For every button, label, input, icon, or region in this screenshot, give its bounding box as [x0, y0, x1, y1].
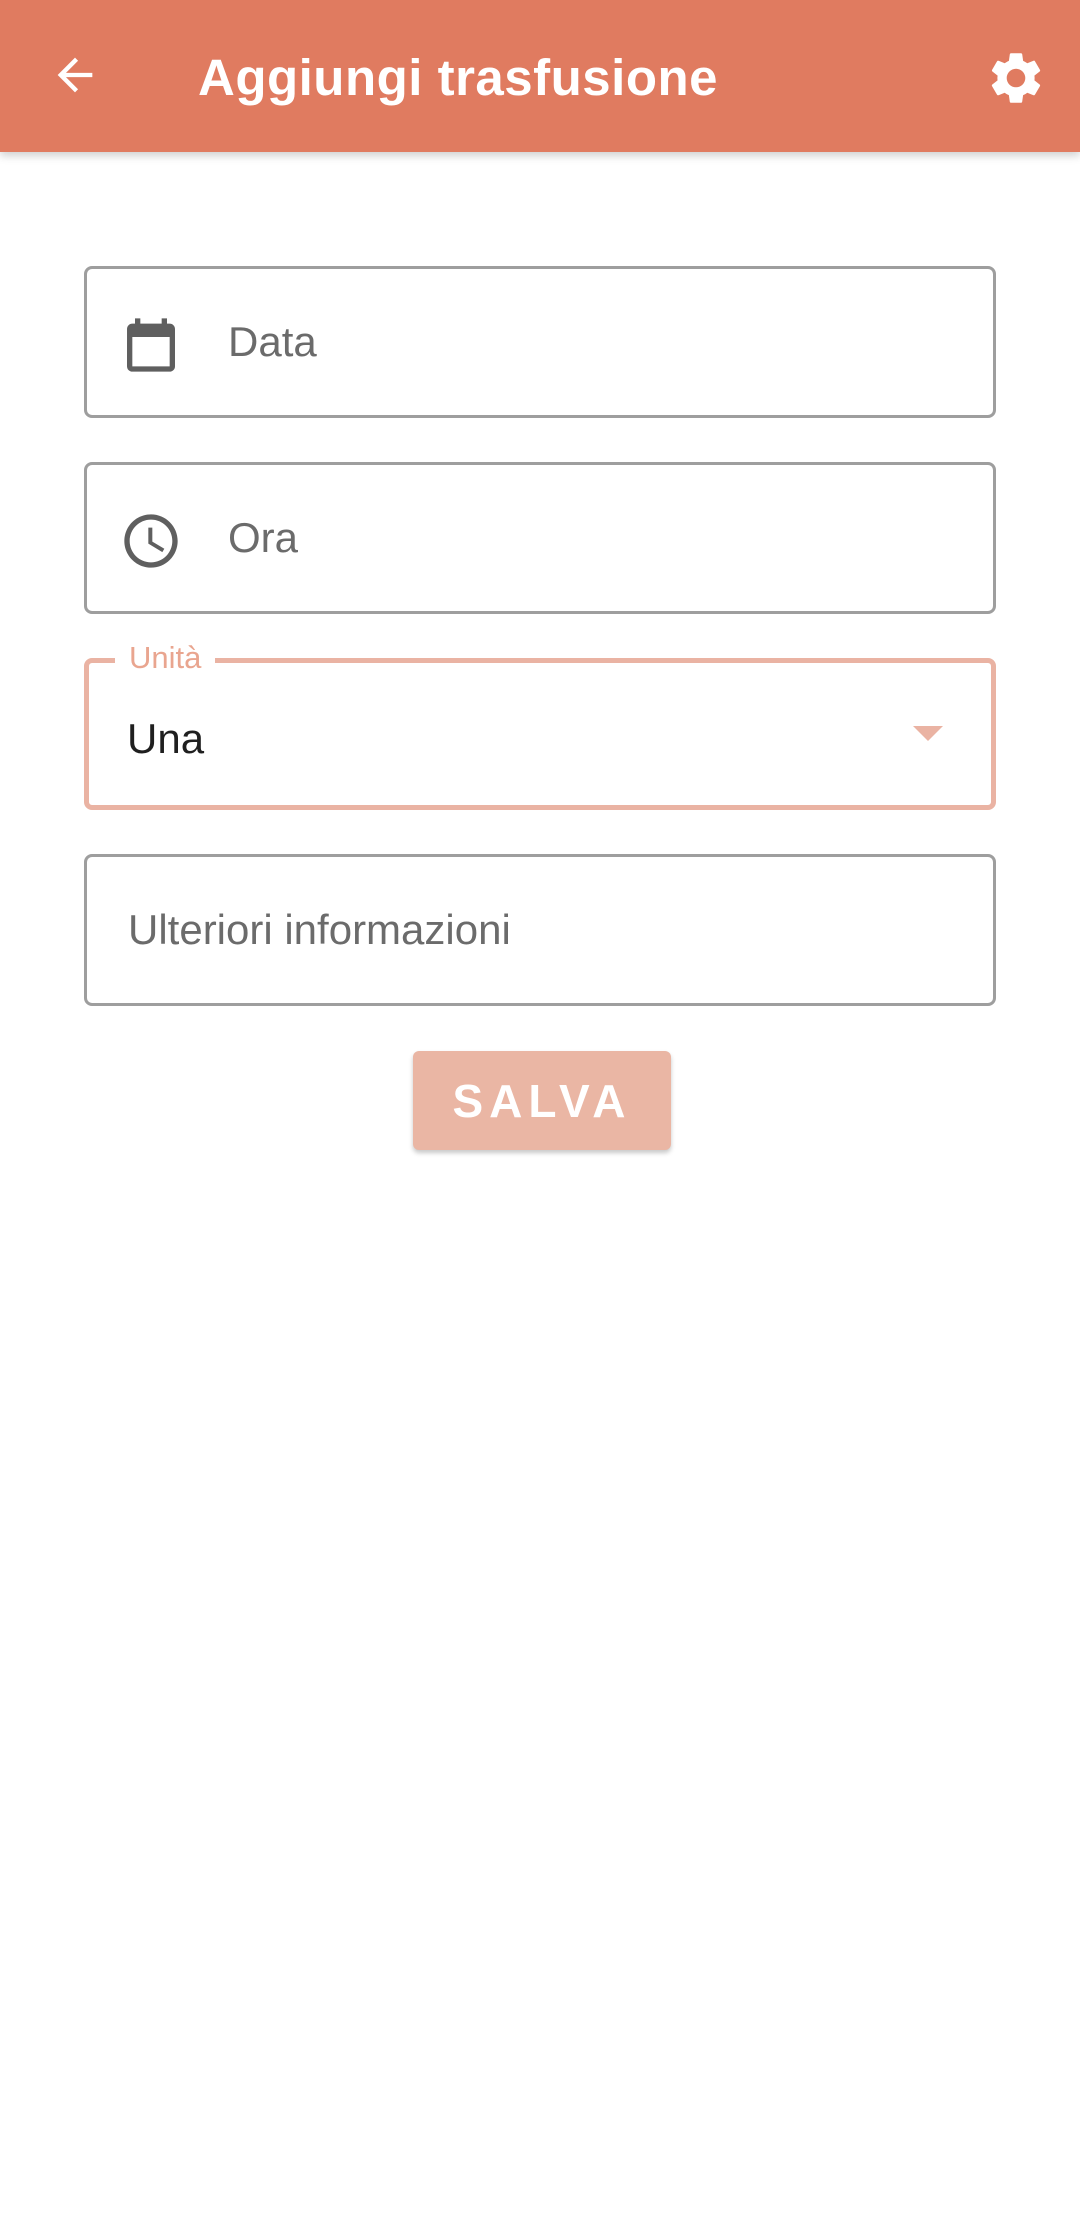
calendar-icon [119, 313, 183, 377]
units-value: Una [127, 715, 205, 762]
back-button[interactable] [42, 42, 108, 108]
notes-field[interactable]: Ulteriori informazioni [84, 854, 996, 1006]
date-field[interactable]: Data [84, 266, 996, 418]
add-transfusion-screen: Aggiungi trasfusione Data Ora Unità Una … [0, 0, 1080, 2220]
units-select[interactable]: Unità Una [84, 636, 996, 810]
dropdown-arrow-icon [913, 726, 943, 741]
notes-placeholder: Ulteriori informazioni [128, 906, 511, 953]
clock-icon [119, 509, 183, 573]
gear-icon [991, 53, 1041, 103]
arrow-back-icon [57, 57, 93, 93]
page-title: Aggiungi trasfusione [198, 49, 718, 106]
settings-button[interactable] [980, 42, 1052, 114]
time-field[interactable]: Ora [84, 462, 996, 614]
app-bar: Aggiungi trasfusione [0, 0, 1080, 152]
time-placeholder: Ora [228, 514, 299, 561]
date-placeholder: Data [228, 318, 317, 365]
save-button[interactable]: SALVA [413, 1051, 671, 1150]
